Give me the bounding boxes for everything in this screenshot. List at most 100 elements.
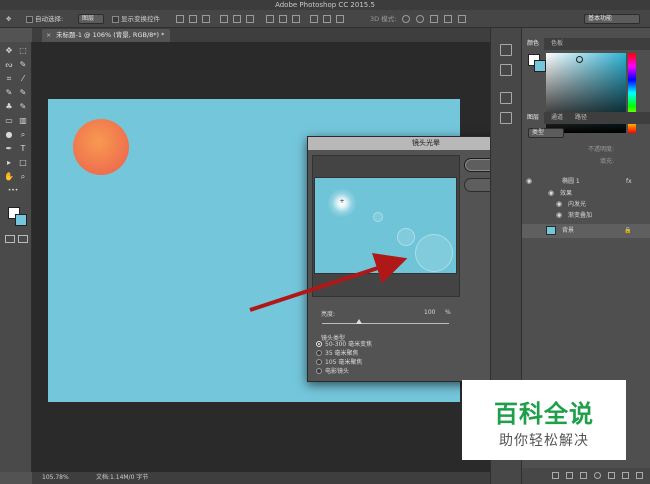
- lens-option-105mm[interactable]: 105 毫米聚焦: [316, 358, 362, 367]
- brightness-slider-track[interactable]: [322, 323, 449, 324]
- distribute-top-icon[interactable]: [266, 15, 274, 23]
- zoom-level[interactable]: 105.78%: [42, 472, 69, 484]
- quick-mask-icon[interactable]: [5, 235, 15, 243]
- document-info: 文档:1.14M/0 字节: [96, 474, 149, 481]
- type-tool-icon[interactable]: T: [18, 144, 28, 154]
- lasso-tool-icon[interactable]: ᔓ: [4, 60, 14, 70]
- history-brush-tool-icon[interactable]: ✎: [18, 102, 28, 112]
- align-hcenter-icon[interactable]: [233, 15, 241, 23]
- auto-select-dropdown[interactable]: 图层: [78, 14, 104, 24]
- distribute-right-icon[interactable]: [336, 15, 344, 23]
- 3d-slide-icon[interactable]: [444, 15, 452, 23]
- move-tool-icon[interactable]: ✥: [4, 46, 14, 56]
- close-tab-icon[interactable]: ×: [46, 29, 51, 42]
- marquee-tool-icon[interactable]: ⬚: [18, 46, 28, 56]
- hand-tool-icon[interactable]: ✋: [4, 172, 14, 182]
- 3d-scale-icon[interactable]: [458, 15, 466, 23]
- radio-button[interactable]: [316, 340, 322, 347]
- delete-layer-icon[interactable]: [636, 472, 643, 479]
- flare-crosshair-icon[interactable]: +: [339, 199, 345, 205]
- adjustment-layer-icon[interactable]: [594, 472, 601, 479]
- color-picker-ring[interactable]: [576, 56, 583, 63]
- 3d-roll-icon[interactable]: [416, 15, 424, 23]
- layer-effects-row[interactable]: ◉ 效果: [522, 188, 650, 199]
- layer-row-background[interactable]: 背景 🔒: [522, 224, 650, 238]
- gradient-tool-icon[interactable]: ▥: [18, 116, 28, 126]
- blur-tool-icon[interactable]: ●: [4, 130, 14, 140]
- document-tab[interactable]: × 未标题-1 @ 106% (背景, RGB/8*) *: [42, 29, 171, 42]
- radio-button[interactable]: [316, 367, 322, 374]
- distribute-left-icon[interactable]: [310, 15, 318, 23]
- layers-footer: [522, 468, 650, 484]
- layer-effect-inner-glow[interactable]: ◉ 内发光: [522, 199, 650, 210]
- layer-row-ellipse[interactable]: ◉ 椭圆 1 fx: [522, 176, 650, 187]
- quick-select-tool-icon[interactable]: ✎: [18, 60, 28, 70]
- 3d-drag-icon[interactable]: [430, 15, 438, 23]
- eye-icon[interactable]: ◉: [556, 210, 562, 221]
- 3d-orbit-icon[interactable]: [402, 15, 410, 23]
- brightness-slider-thumb[interactable]: [356, 319, 362, 324]
- color-panel-background[interactable]: [534, 60, 546, 72]
- eraser-tool-icon[interactable]: ▭: [4, 116, 14, 126]
- eye-icon[interactable]: ◉: [548, 188, 554, 199]
- tab-channels[interactable]: 通道: [546, 112, 568, 124]
- distribute-vcenter-icon[interactable]: [279, 15, 287, 23]
- lens-option-50-300mm[interactable]: 50-300 毫米变焦: [316, 340, 372, 349]
- stamp-tool-icon[interactable]: ♣: [4, 102, 14, 112]
- brush-tool-icon[interactable]: ✎: [18, 88, 28, 98]
- watermark-title: 百科全说: [494, 400, 594, 428]
- shape-tool-icon[interactable]: □: [18, 158, 28, 168]
- properties-panel-icon[interactable]: [500, 64, 512, 76]
- dodge-tool-icon[interactable]: ⌕: [18, 130, 28, 140]
- align-right-icon[interactable]: [246, 15, 254, 23]
- preview-frame: +: [312, 155, 460, 297]
- align-bottom-icon[interactable]: [202, 15, 210, 23]
- lock-icon: 🔒: [624, 227, 632, 234]
- lens-option-movie-prime[interactable]: 电影镜头: [316, 367, 349, 376]
- background-color-swatch[interactable]: [15, 214, 27, 226]
- auto-select-label: 自动选择:: [35, 15, 64, 23]
- brightness-input[interactable]: 100: [424, 309, 435, 316]
- healing-tool-icon[interactable]: ✎: [4, 88, 14, 98]
- orange-circle-shape[interactable]: [73, 119, 129, 175]
- move-tool-preset-icon[interactable]: ✥: [6, 13, 11, 25]
- tab-paths[interactable]: 路径: [570, 112, 592, 124]
- tab-swatches[interactable]: 色板: [546, 38, 568, 50]
- path-select-tool-icon[interactable]: ▸: [4, 158, 14, 168]
- eye-icon[interactable]: ◉: [556, 199, 562, 210]
- radio-button[interactable]: [316, 349, 322, 356]
- screen-mode-icon[interactable]: [18, 235, 28, 243]
- options-bar: ✥ 自动选择: 图层 显示变换控件 3D 模式: 基本功能: [0, 10, 650, 28]
- history-panel-icon[interactable]: [500, 44, 512, 56]
- paragraph-panel-icon[interactable]: [500, 112, 512, 124]
- zoom-tool-icon[interactable]: ⌕: [18, 172, 28, 182]
- distribute-bottom-icon[interactable]: [292, 15, 300, 23]
- tab-color[interactable]: 颜色: [522, 38, 545, 50]
- align-vcenter-icon[interactable]: [189, 15, 197, 23]
- add-mask-icon[interactable]: [580, 472, 587, 479]
- auto-select-checkbox[interactable]: 自动选择:: [26, 13, 63, 25]
- eye-icon[interactable]: ◉: [526, 176, 532, 187]
- pen-tool-icon[interactable]: ✒: [4, 144, 14, 154]
- show-transform-checkbox[interactable]: 显示变换控件: [112, 13, 160, 25]
- document-tab-label: 未标题-1 @ 106% (背景, RGB/8*) *: [56, 31, 165, 39]
- distribute-hcenter-icon[interactable]: [323, 15, 331, 23]
- link-layers-icon[interactable]: [552, 472, 559, 479]
- character-panel-icon[interactable]: [500, 92, 512, 104]
- crop-tool-icon[interactable]: ⌗: [4, 74, 14, 84]
- add-style-icon[interactable]: [566, 472, 573, 479]
- workspace-dropdown[interactable]: 基本功能: [584, 14, 640, 24]
- layer-effect-gradient-overlay[interactable]: ◉ 渐变叠加: [522, 210, 650, 221]
- new-group-icon[interactable]: [608, 472, 615, 479]
- more-tools-icon[interactable]: •••: [6, 186, 20, 196]
- brightness-unit: %: [445, 309, 451, 316]
- align-top-icon[interactable]: [176, 15, 184, 23]
- align-left-icon[interactable]: [220, 15, 228, 23]
- flare-preview[interactable]: +: [314, 177, 457, 274]
- radio-button[interactable]: [316, 358, 322, 365]
- new-layer-icon[interactable]: [622, 472, 629, 479]
- lens-option-35mm[interactable]: 35 毫米聚焦: [316, 349, 359, 358]
- eyedropper-tool-icon[interactable]: ⁄: [18, 74, 28, 84]
- layer-kind-filter[interactable]: 类型: [528, 128, 564, 138]
- tab-layers[interactable]: 图层: [522, 112, 545, 124]
